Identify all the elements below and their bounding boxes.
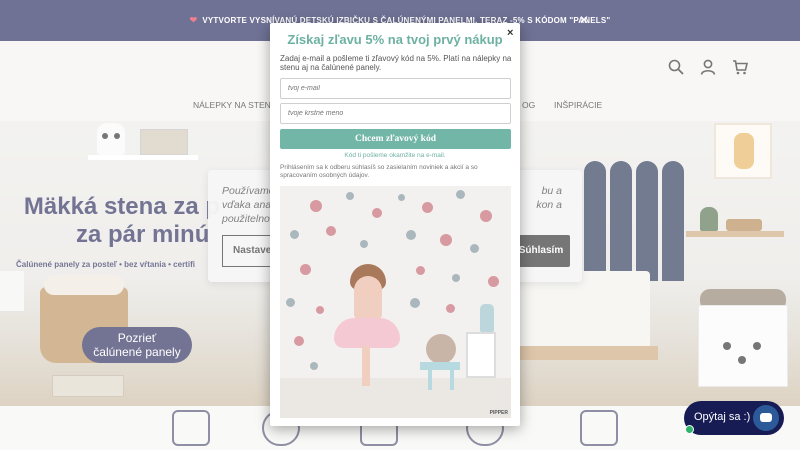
ballerina-legs bbox=[362, 346, 370, 386]
chat-widget[interactable]: Opýtaj sa :) bbox=[684, 401, 784, 435]
email-field[interactable] bbox=[280, 78, 511, 99]
popup-description: Zadaj e-mail a pošleme ti zľavový kód na… bbox=[280, 54, 512, 72]
popup-sent-note: Kód ti pošleme okamžite na e-mail. bbox=[344, 152, 446, 159]
ballerina-body bbox=[354, 276, 382, 320]
ballerina-wall-sticker-image: PIPPER bbox=[280, 186, 511, 418]
shelf-decor bbox=[466, 332, 496, 378]
page: ❤ VYTVORTE VYSNÍVANÚ DETSKÚ IZBIČKU S ČA… bbox=[0, 0, 800, 450]
teddy-bear bbox=[426, 334, 456, 364]
stool-legs bbox=[428, 370, 432, 390]
first-name-field[interactable] bbox=[280, 103, 511, 124]
stool bbox=[420, 362, 460, 370]
chat-label: Opýtaj sa :) bbox=[694, 411, 751, 423]
floor bbox=[280, 378, 511, 418]
get-discount-button[interactable]: Chcem zľavový kód bbox=[280, 129, 511, 149]
online-status-dot bbox=[685, 425, 694, 434]
brand-logo: PIPPER bbox=[489, 410, 508, 416]
ballerina-skirt bbox=[334, 318, 400, 348]
chat-bubble-icon bbox=[753, 405, 779, 431]
vase-decor bbox=[480, 304, 494, 332]
discount-popup: × Získaj zľavu 5% na tvoj prvý nákup Zad… bbox=[270, 23, 520, 426]
popup-consent-text: Prihlásením sa k odberu súhlasíš so zasi… bbox=[280, 164, 478, 179]
popup-title: Získaj zľavu 5% na tvoj prvý nákup bbox=[287, 32, 503, 47]
